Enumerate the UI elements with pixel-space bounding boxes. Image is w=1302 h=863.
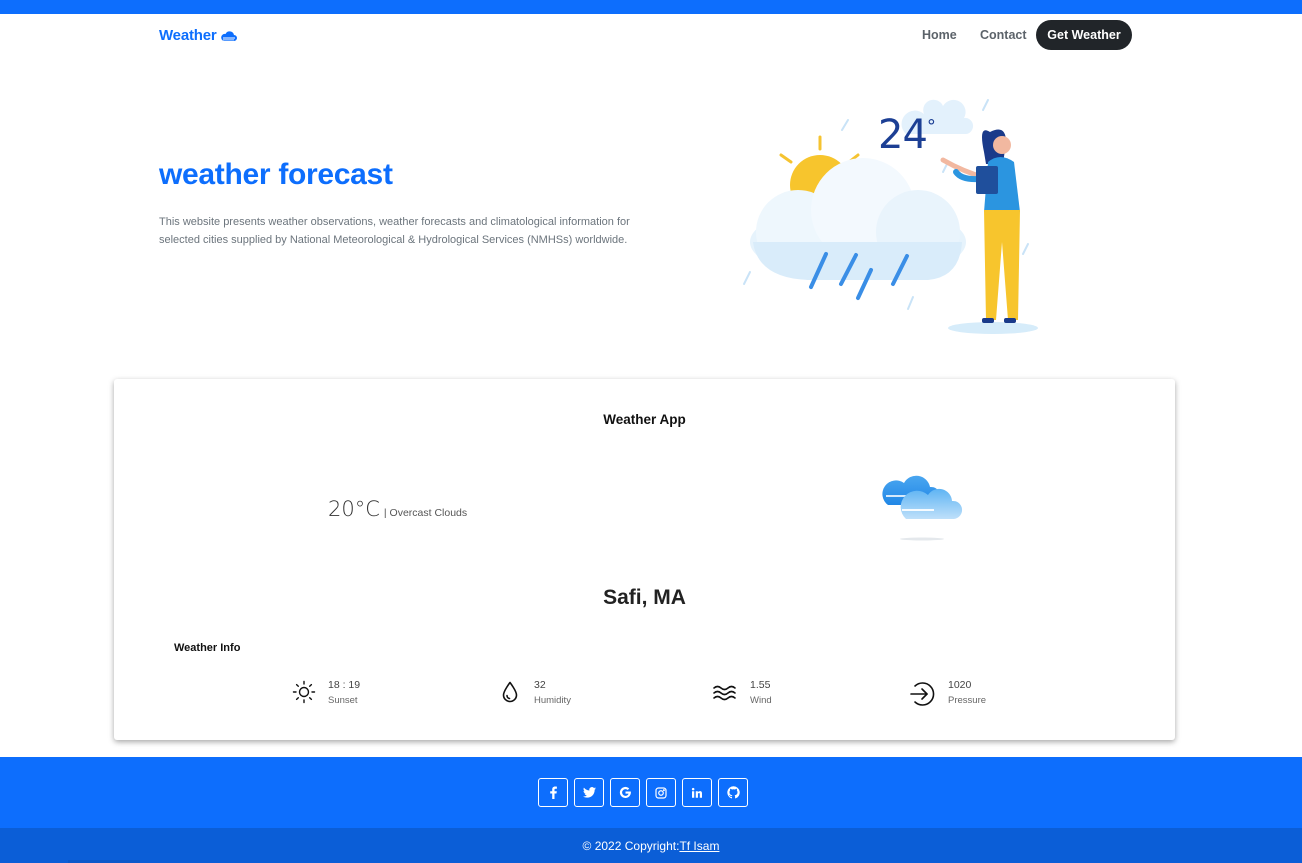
humidity-value: 32 xyxy=(534,679,546,691)
sunset-value: 18 : 19 xyxy=(328,679,361,691)
humidity-label: Humidity xyxy=(534,695,571,706)
instagram-icon[interactable] xyxy=(646,778,676,807)
pressure-value: 1020 xyxy=(948,679,972,691)
overcast-clouds-icon xyxy=(882,475,963,541)
illustration-temperature: 24° xyxy=(878,112,936,158)
stat-wind: 1.55 Wind xyxy=(712,678,772,708)
author-link[interactable]: Tf Isam xyxy=(679,839,719,853)
current-temperature: 20°C xyxy=(328,497,380,521)
get-weather-button[interactable]: Get Weather xyxy=(1036,20,1132,50)
cloud-icon xyxy=(220,30,237,41)
stat-pressure: 1020 Pressure xyxy=(908,678,986,708)
weather-info-title: Weather Info xyxy=(174,642,241,654)
card-title: Weather App xyxy=(603,412,686,427)
wind-value: 1.55 xyxy=(750,679,771,691)
facebook-icon[interactable] xyxy=(538,778,568,807)
copyright-bar: © 2022 Copyright: Tf Isam xyxy=(0,828,1302,863)
city-name: Safi, MA xyxy=(603,586,686,609)
current-temperature-block: 20°C | Overcast Clouds xyxy=(328,497,467,521)
linkedin-icon[interactable] xyxy=(682,778,712,807)
copyright-text: © 2022 Copyright: xyxy=(582,838,680,853)
stat-humidity: 32 Humidity xyxy=(498,678,571,708)
navbar: Weather Home Contact Get Weather xyxy=(0,14,1302,60)
pressure-icon xyxy=(910,682,935,706)
brand-logo[interactable]: Weather xyxy=(159,27,237,44)
top-accent-bar xyxy=(0,0,1302,14)
wind-icon xyxy=(713,685,736,701)
stat-sunset: 18 : 19 Sunset xyxy=(292,678,360,708)
brand-text: Weather xyxy=(159,27,217,44)
sunset-label: Sunset xyxy=(328,695,358,706)
weather-card: Weather App 20°C | Overcast Clouds Safi,… xyxy=(114,379,1175,740)
nav-link-home[interactable]: Home xyxy=(922,28,957,42)
sun-icon xyxy=(292,680,316,704)
social-links xyxy=(538,778,748,807)
hero-title: weather forecast xyxy=(159,158,393,191)
droplet-icon xyxy=(502,681,518,703)
github-icon[interactable] xyxy=(718,778,748,807)
hero-description: This website presents weather observatio… xyxy=(159,216,630,246)
pressure-label: Pressure xyxy=(948,695,987,706)
google-icon[interactable] xyxy=(610,778,640,807)
nav-link-contact[interactable]: Contact xyxy=(980,28,1027,42)
twitter-icon[interactable] xyxy=(574,778,604,807)
weather-description: | Overcast Clouds xyxy=(383,507,468,519)
wind-label: Wind xyxy=(750,695,772,706)
footer-social-bar xyxy=(0,757,1302,828)
